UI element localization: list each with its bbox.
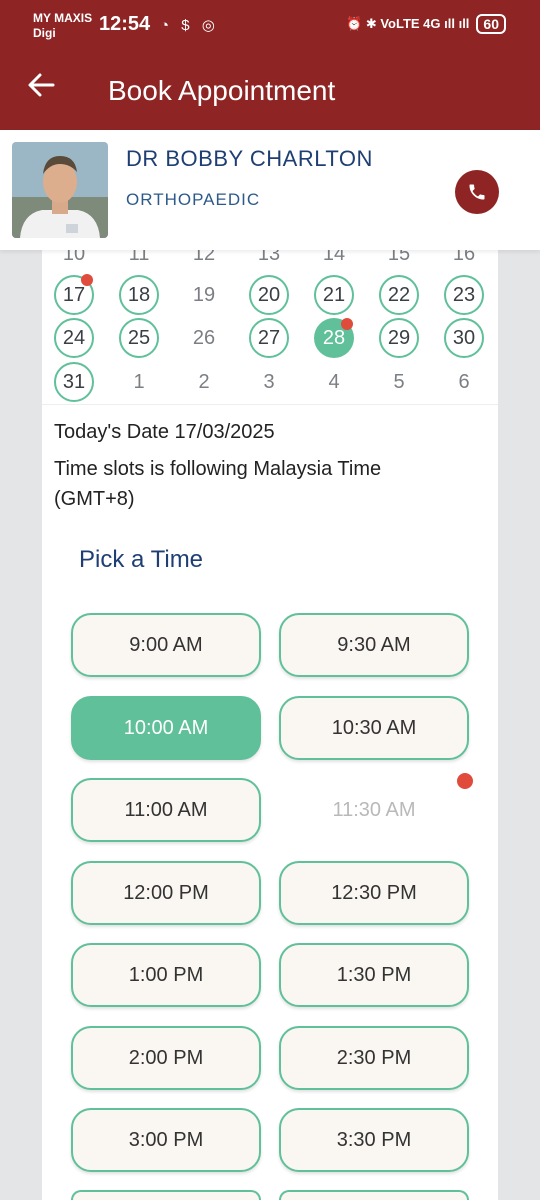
calendar-day-available[interactable]: 27: [249, 318, 289, 358]
calendar-day-available[interactable]: 22: [379, 275, 419, 315]
notification-icons: ◔ $ ◎: [160, 17, 219, 34]
time-slot-partial[interactable]: [279, 1190, 469, 1200]
doctor-card: DR BOBBY CHARLTON ORTHOPAEDIC: [0, 130, 540, 250]
time-slot[interactable]: 9:00 AM: [71, 613, 261, 677]
calendar-day-available[interactable]: 21: [314, 275, 354, 315]
notification-dot: [457, 773, 473, 789]
calendar-day-available[interactable]: 23: [444, 275, 484, 315]
calendar-day-next-month: 6: [458, 370, 470, 393]
time-slot[interactable]: 2:30 PM: [279, 1026, 469, 1090]
time-slot-partial[interactable]: [71, 1190, 261, 1200]
doctor-name: DR BOBBY CHARLTON: [126, 146, 373, 171]
time-slot[interactable]: 9:30 AM: [279, 613, 469, 677]
selected-marker-dot: [341, 318, 353, 330]
time-slot-selected[interactable]: 10:00 AM: [71, 696, 261, 760]
time-slot[interactable]: 11:00 AM: [71, 778, 261, 842]
calendar-day-next-month: 2: [198, 370, 210, 393]
todays-date: Today's Date 17/03/2025: [54, 421, 275, 443]
time-slot[interactable]: 3:00 PM: [71, 1108, 261, 1172]
time-slot[interactable]: 3:30 PM: [279, 1108, 469, 1172]
calendar-day-next-month: 5: [393, 370, 405, 393]
time-slot[interactable]: 2:00 PM: [71, 1026, 261, 1090]
call-button[interactable]: [455, 170, 499, 214]
calendar-day-available[interactable]: 29: [379, 318, 419, 358]
pick-time-heading: Pick a Time: [79, 546, 204, 573]
calendar-day-available[interactable]: 30: [444, 318, 484, 358]
divider: [42, 404, 498, 405]
time-slot[interactable]: 10:30 AM: [279, 696, 469, 760]
timezone-note-line2: (GMT+8): [54, 488, 135, 510]
today-marker-dot: [81, 274, 93, 286]
status-right: ⏰ ✱ VoLTE 4G ıll ıll 60: [346, 14, 506, 34]
phone-icon: [469, 184, 485, 200]
time-slot[interactable]: 1:30 PM: [279, 943, 469, 1007]
time-slot[interactable]: 12:00 PM: [71, 861, 261, 925]
calendar-day-available[interactable]: 31: [54, 362, 94, 402]
calendar-day-available[interactable]: 18: [119, 275, 159, 315]
battery-icon: 60: [476, 14, 506, 34]
carrier-line2: Digi: [33, 26, 56, 40]
time-slot-unavailable: 11:30 AM: [332, 798, 416, 821]
arrow-left-icon: [28, 73, 55, 97]
doctor-avatar: [12, 142, 108, 238]
carrier-line1: MY MAXIS: [33, 11, 93, 25]
calendar-day: 19: [192, 283, 216, 306]
calendar-day-available[interactable]: 20: [249, 275, 289, 315]
calendar-day-next-month: 4: [328, 370, 340, 393]
back-arrow-icon[interactable]: [26, 70, 56, 111]
calendar-day-available[interactable]: 24: [54, 318, 94, 358]
app-bar: Book Appointment: [0, 54, 540, 130]
calendar-day-next-month: 3: [263, 370, 275, 393]
status-bar: MY MAXIS Digi 12:54 ◔ $ ◎ ⏰ ✱ VoLTE 4G ı…: [0, 0, 540, 54]
doctor-specialty: ORTHOPAEDIC: [126, 190, 261, 209]
carrier-label: MY MAXIS Digi: [33, 11, 92, 41]
calendar-day-available[interactable]: 25: [119, 318, 159, 358]
page-title: Book Appointment: [108, 75, 336, 106]
time-slot[interactable]: 12:30 PM: [279, 861, 469, 925]
calendar-day: 26: [192, 326, 216, 349]
system-icons: ⏰ ✱ VoLTE 4G ıll ıll: [346, 16, 470, 31]
time-slot[interactable]: 1:00 PM: [71, 943, 261, 1007]
timezone-note-line1: Time slots is following Malaysia Time: [54, 458, 382, 480]
calendar-day-next-month: 1: [133, 370, 145, 393]
status-time: 12:54: [99, 13, 151, 35]
